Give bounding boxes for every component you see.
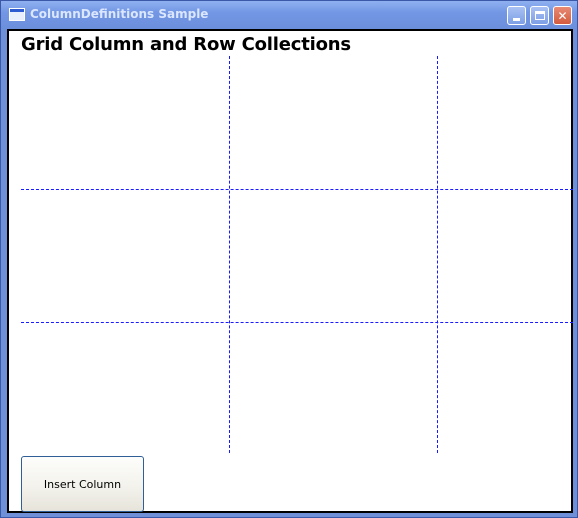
app-window: ColumnDefinitions Sample ✕ Grid Column a… — [0, 0, 578, 518]
window-title: ColumnDefinitions Sample — [30, 7, 209, 21]
close-icon: ✕ — [557, 8, 568, 23]
grid-client-area: Grid Column and Row Collections Insert C… — [7, 29, 573, 513]
minimize-icon — [513, 18, 520, 21]
grid-column-line — [229, 56, 230, 453]
title-bar[interactable]: ColumnDefinitions Sample ✕ — [1, 1, 577, 29]
grid-column-line — [437, 56, 438, 453]
insert-column-button[interactable]: Insert Column — [21, 456, 144, 512]
grid-row-line — [21, 322, 573, 323]
page-title: Grid Column and Row Collections — [21, 34, 351, 55]
maximize-icon — [534, 11, 545, 20]
window-icon[interactable] — [9, 8, 25, 21]
minimize-button[interactable] — [507, 6, 526, 25]
maximize-button[interactable] — [530, 6, 549, 25]
close-button[interactable]: ✕ — [553, 6, 572, 25]
grid-row-line — [21, 189, 573, 190]
